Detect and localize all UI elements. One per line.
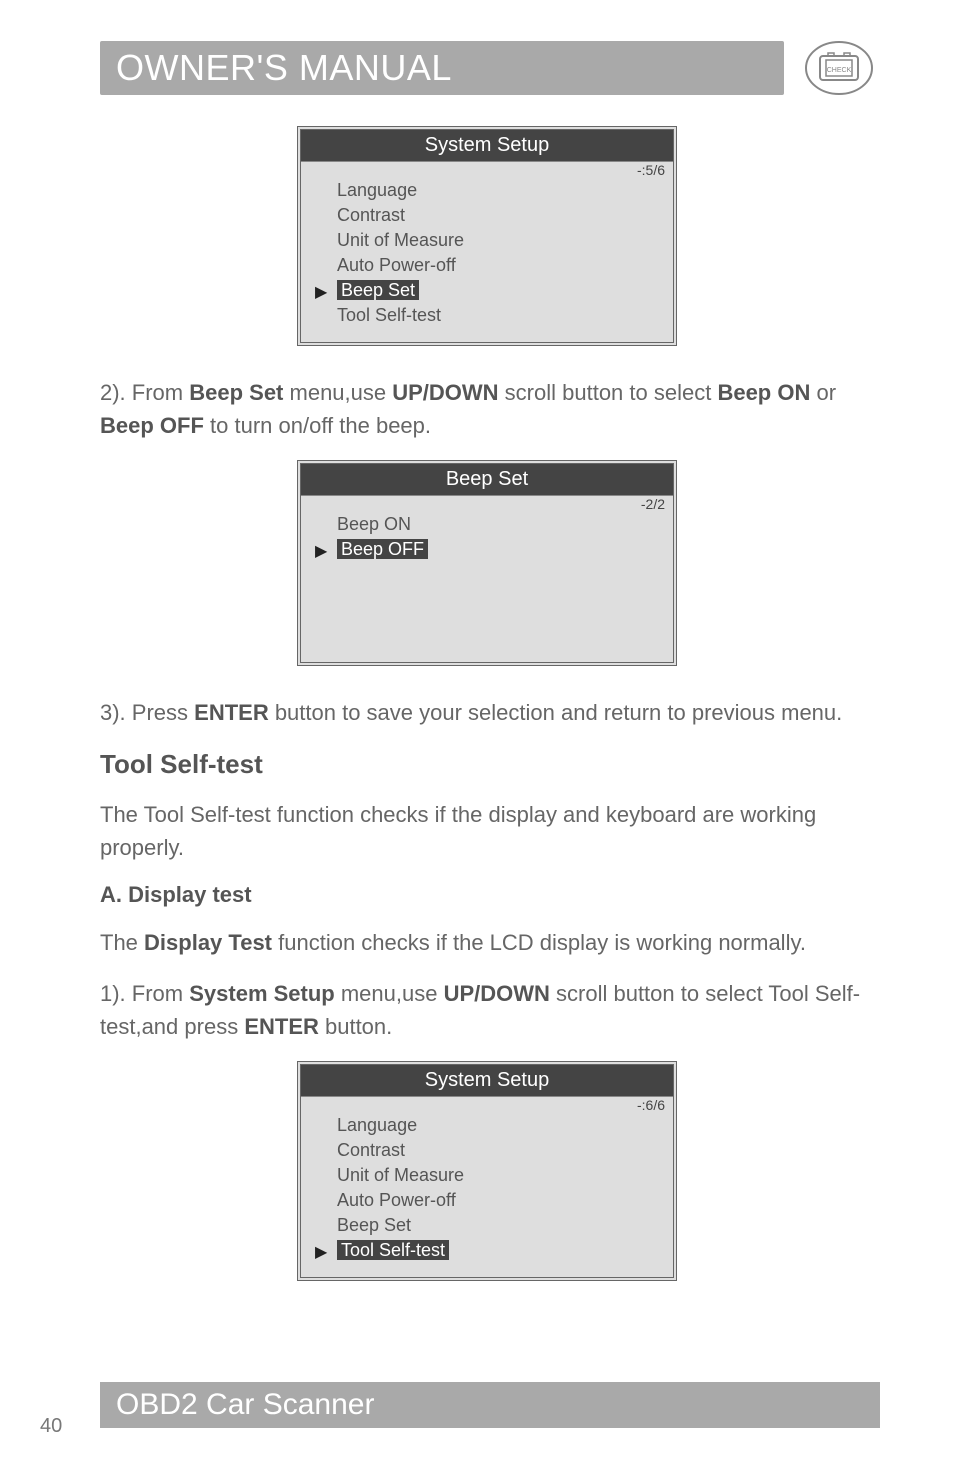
lcd-menu-item: Language [311, 178, 663, 203]
lcd-menu-item: Tool Self-test [311, 303, 663, 328]
lcd-menu-item-label: Beep ON [337, 514, 411, 534]
lcd-menu-item-label: Auto Power-off [337, 255, 456, 275]
lcd-menu-item-label: Contrast [337, 205, 405, 225]
lcd-menu-item-label: Beep Set [337, 1215, 411, 1235]
lcd-menu-item: Beep Set [311, 1213, 663, 1238]
lcd-menu-item-label: Beep OFF [337, 539, 428, 559]
lcd-menu-item: Unit of Measure [311, 228, 663, 253]
lcd-menu-item: Language [311, 1113, 663, 1138]
section-heading-tool-self-test: Tool Self-test [100, 749, 874, 780]
lcd-menu-item: Auto Power-off [311, 253, 663, 278]
page-number: 40 [40, 1415, 62, 1438]
header-bar: OWNER'S MANUAL CHECK [100, 40, 874, 96]
display-test-description: The Display Test function checks if the … [100, 926, 874, 959]
lcd-menu-item: Beep ON [311, 512, 663, 537]
instruction-step-1: 1). From System Setup menu,use UP/DOWN s… [100, 977, 874, 1043]
lcd-menu-item: Auto Power-off [311, 1188, 663, 1213]
instruction-step-3: 3). Press ENTER button to save your sele… [100, 696, 874, 729]
subsection-heading-display-test: A. Display test [100, 882, 874, 908]
lcd-counter: -2/2 [301, 495, 673, 512]
lcd-screen-beep-set: Beep Set-2/2 Beep ON ▶ Beep OFF [297, 460, 677, 666]
lcd-menu-item-label: Tool Self-test [337, 1240, 449, 1260]
lcd-screen-system-setup-1: System Setup-:5/6 Language Contrast Unit of… [297, 126, 677, 346]
tool-self-test-description: The Tool Self-test function checks if th… [100, 798, 874, 864]
lcd-menu-item: Unit of Measure [311, 1163, 663, 1188]
lcd-menu-item: ▶ Beep OFF [311, 537, 663, 562]
lcd-menu-item-label: Beep Set [337, 280, 419, 300]
lcd-counter: -:6/6 [301, 1096, 673, 1113]
cursor-icon: ▶ [315, 1242, 327, 1262]
instruction-step-2: 2). From Beep Set menu,use UP/DOWN scrol… [100, 376, 874, 442]
lcd-title: System Setup [301, 130, 673, 161]
lcd-menu-item-label: Language [337, 180, 417, 200]
lcd-menu-item: Contrast [311, 203, 663, 228]
lcd-menu-item-label: Contrast [337, 1140, 405, 1160]
lcd-counter: -:5/6 [301, 161, 673, 178]
lcd-menu-item-label: Tool Self-test [337, 305, 441, 325]
lcd-menu-item-label: Unit of Measure [337, 1165, 464, 1185]
lcd-menu-item-label: Language [337, 1115, 417, 1135]
footer-bar: OBD2 Car Scanner [0, 1382, 954, 1428]
cursor-icon: ▶ [315, 541, 327, 561]
lcd-title: Beep Set [301, 464, 673, 495]
lcd-menu-item: Contrast [311, 1138, 663, 1163]
cursor-icon: ▶ [315, 282, 327, 302]
footer-title: OBD2 Car Scanner [100, 1382, 880, 1428]
svg-text:CHECK: CHECK [827, 67, 852, 74]
check-engine-icon: CHECK [804, 40, 874, 96]
lcd-menu-item-label: Unit of Measure [337, 230, 464, 250]
lcd-menu-item: ▶ Tool Self-test [311, 1238, 663, 1263]
lcd-menu-item-label: Auto Power-off [337, 1190, 456, 1210]
lcd-title: System Setup [301, 1065, 673, 1096]
lcd-screen-system-setup-2: System Setup-:6/6 Language Contrast Unit of… [297, 1061, 677, 1281]
page-title: OWNER'S MANUAL [100, 41, 784, 95]
lcd-menu-item: ▶ Beep Set [311, 278, 663, 303]
